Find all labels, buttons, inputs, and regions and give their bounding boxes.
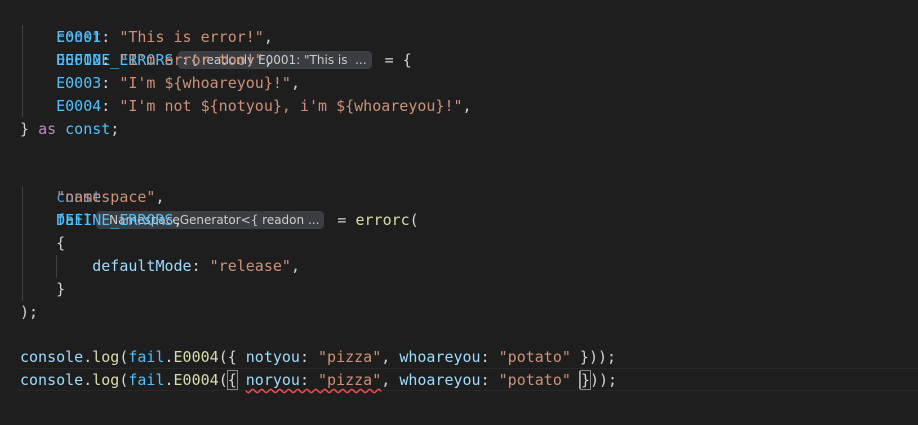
punctuation: : bbox=[191, 257, 210, 275]
object-key: E0001 bbox=[56, 28, 102, 46]
code-line-4[interactable]: E0003: "I'm ${whoareyou}!", bbox=[20, 72, 300, 95]
punctuation: , bbox=[381, 371, 400, 389]
identifier-console: console bbox=[20, 348, 84, 366]
punctuation: , bbox=[173, 211, 183, 229]
code-line-16[interactable]: console.log(fail.E0004({ notyou: "pizza"… bbox=[20, 346, 616, 369]
matched-bracket-open: { bbox=[226, 370, 238, 390]
punctuation: , bbox=[290, 257, 300, 275]
punctuation: : bbox=[480, 371, 499, 389]
identifier-console: console bbox=[20, 371, 84, 389]
code-line-8[interactable]: const fail: NamespaceGenerator<{ readon … bbox=[20, 163, 419, 229]
object-key: notyou bbox=[245, 348, 300, 366]
punctuation: { bbox=[56, 234, 66, 252]
punctuation: . bbox=[164, 371, 174, 389]
punctuation: = bbox=[328, 211, 356, 229]
punctuation: } bbox=[20, 120, 39, 138]
identifier-fail: fail bbox=[128, 371, 165, 389]
code-editor[interactable]: const DEFINE_ERRORS: { readonly E0001: "… bbox=[0, 0, 918, 425]
matched-bracket-close: } bbox=[579, 370, 591, 390]
code-line-13[interactable]: } bbox=[20, 278, 65, 301]
code-line-1[interactable]: const DEFINE_ERRORS: { readonly E0001: "… bbox=[20, 3, 412, 69]
string-literal: "I'm error too!" bbox=[119, 51, 264, 69]
code-line-14[interactable]: ); bbox=[20, 301, 38, 324]
string-literal: "pizza" bbox=[318, 348, 382, 366]
object-key: defaultMode bbox=[92, 257, 192, 275]
punctuation: : bbox=[101, 28, 120, 46]
code-line-3[interactable]: E0002: "I'm error too!", bbox=[20, 49, 273, 72]
identifier-define-errors: DEFINE_ERRORS bbox=[56, 211, 174, 229]
function-errorc: errorc bbox=[355, 211, 410, 229]
method-e0004: E0004 bbox=[173, 348, 219, 366]
code-line-11[interactable]: { bbox=[20, 232, 65, 255]
punctuation bbox=[237, 371, 246, 389]
punctuation: ({ bbox=[218, 348, 246, 366]
object-key: whoareyou bbox=[399, 371, 481, 389]
error-squiggle-value[interactable]: "pizza" bbox=[318, 371, 381, 389]
punctuation: )); bbox=[589, 371, 618, 389]
string-literal: "I'm ${whoareyou}!" bbox=[119, 74, 291, 92]
string-literal: "potato" bbox=[498, 371, 571, 389]
method-e0004: E0004 bbox=[173, 371, 219, 389]
code-line-17[interactable]: console.log(fail.E0004({ noryou: "pizza"… bbox=[20, 369, 617, 392]
punctuation: : bbox=[101, 51, 120, 69]
string-literal: "This is error!" bbox=[119, 28, 264, 46]
code-line-12[interactable]: defaultMode: "release", bbox=[20, 255, 300, 278]
punctuation: , bbox=[155, 188, 165, 206]
punctuation: : bbox=[101, 74, 120, 92]
punctuation: })); bbox=[570, 348, 617, 366]
string-literal: "potato" bbox=[498, 348, 571, 366]
punctuation: , bbox=[381, 348, 400, 366]
punctuation: ( bbox=[218, 371, 228, 389]
punctuation: : bbox=[101, 97, 120, 115]
keyword-as: as bbox=[38, 120, 57, 138]
function-log: log bbox=[92, 371, 120, 389]
code-line-10[interactable]: DEFINE_ERRORS, bbox=[20, 209, 183, 232]
function-log: log bbox=[92, 348, 120, 366]
punctuation: : bbox=[299, 348, 319, 366]
string-literal: "namespace" bbox=[56, 188, 156, 206]
object-key: E0004 bbox=[56, 97, 102, 115]
object-key: whoareyou bbox=[399, 348, 481, 366]
object-key: E0002 bbox=[56, 51, 102, 69]
punctuation: ( bbox=[409, 211, 419, 229]
punctuation: , bbox=[263, 51, 273, 69]
punctuation: } bbox=[56, 280, 66, 298]
error-squiggle-key[interactable]: noryou bbox=[246, 371, 300, 389]
string-literal: "I'm not ${notyou}, i'm ${whoareyou}!" bbox=[119, 97, 463, 115]
object-key: E0003 bbox=[56, 74, 102, 92]
punctuation: ); bbox=[20, 303, 39, 321]
punctuation: . bbox=[83, 371, 93, 389]
code-line-5[interactable]: E0004: "I'm not ${notyou}, i'm ${whoarey… bbox=[20, 95, 472, 118]
code-line-2[interactable]: E0001: "This is error!", bbox=[20, 26, 273, 49]
punctuation: , bbox=[290, 74, 300, 92]
punctuation: . bbox=[164, 348, 174, 366]
code-line-9[interactable]: "namespace", bbox=[20, 186, 165, 209]
punctuation: ; bbox=[110, 120, 120, 138]
error-squiggle-punct[interactable]: : bbox=[300, 371, 318, 389]
code-line-6[interactable]: } as const; bbox=[20, 118, 119, 141]
punctuation: , bbox=[462, 97, 472, 115]
punctuation: . bbox=[83, 348, 93, 366]
identifier-fail: fail bbox=[128, 348, 165, 366]
punctuation: : bbox=[480, 348, 499, 366]
punctuation: , bbox=[263, 28, 273, 46]
keyword-const: const bbox=[56, 120, 111, 138]
punctuation: = { bbox=[375, 51, 412, 69]
string-literal: "release" bbox=[209, 257, 291, 275]
